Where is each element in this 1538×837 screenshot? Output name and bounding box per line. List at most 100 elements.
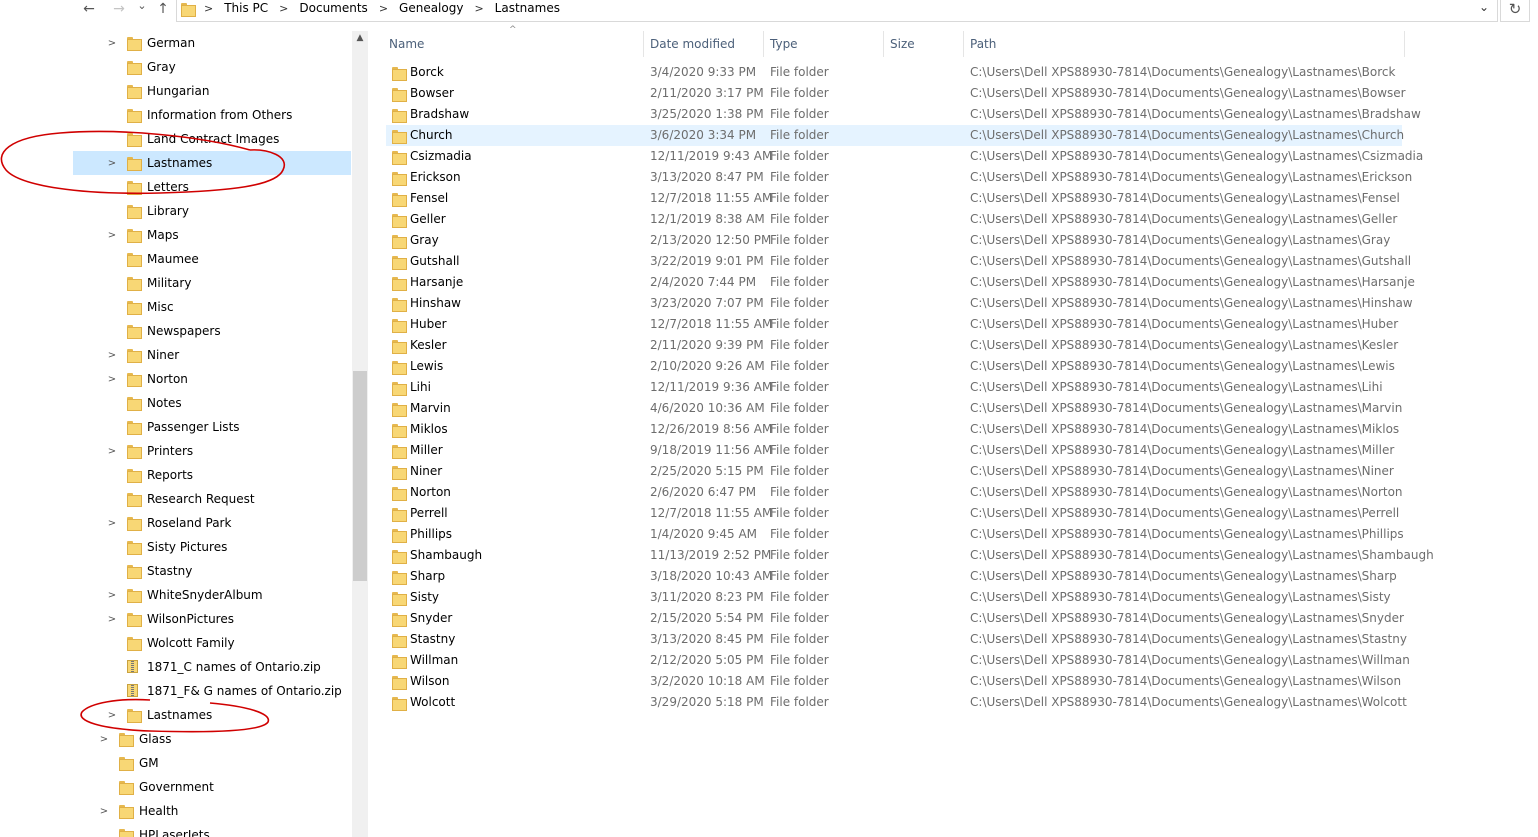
nav-item[interactable]: Passenger Lists — [0, 415, 352, 439]
breadcrumb-documents[interactable]: Documents — [297, 1, 369, 15]
file-row[interactable]: Snyder 2/15/2020 5:54 PM File folder C:\Use… — [386, 608, 1404, 629]
chevron-right-icon[interactable]: > — [106, 350, 118, 361]
file-row[interactable]: Niner 2/25/2020 5:15 PM File folder C:\User… — [386, 461, 1402, 482]
breadcrumb-genealogy[interactable]: Genealogy — [397, 1, 465, 15]
chevron-right-icon[interactable]: > — [106, 374, 118, 385]
chevron-right-icon[interactable]: > — [106, 230, 118, 241]
file-row[interactable]: Marvin 4/6/2020 10:36 AM File folder C:\Use… — [386, 398, 1402, 419]
file-row[interactable]: Miklos 12/26/2019 8:56 AM File folder C:\Us… — [386, 419, 1402, 440]
file-row[interactable]: Bowser 2/11/2020 3:17 PM File folder C:\Use… — [386, 83, 1406, 104]
nav-item[interactable]: GM — [0, 751, 352, 775]
nav-item[interactable]: > Glass — [0, 727, 352, 751]
nav-item[interactable]: Newspapers — [0, 319, 352, 343]
nav-item[interactable]: > Lastnames — [73, 151, 351, 175]
file-row[interactable]: Kesler 2/11/2020 9:39 PM File folder C:\Use… — [386, 335, 1402, 356]
nav-item[interactable]: > Lastnames — [0, 703, 352, 727]
nav-item[interactable]: 1871_F& G names of Ontario.zip — [0, 679, 352, 703]
file-row[interactable]: Sisty 3/11/2020 8:23 PM File folder C:\User… — [386, 587, 1402, 608]
file-row[interactable]: Stastny 3/13/2020 8:45 PM File folder C:\Us… — [386, 629, 1407, 650]
nav-item[interactable]: > WhiteSnyderAlbum — [0, 583, 352, 607]
chevron-right-icon[interactable]: > — [106, 614, 118, 625]
forward-arrow-icon[interactable]: → — [108, 0, 130, 20]
file-row[interactable]: Lihi 12/11/2019 9:36 AM File folder C:\User… — [386, 377, 1402, 398]
nav-item[interactable]: Letters — [0, 175, 352, 199]
nav-item[interactable]: > WilsonPictures — [0, 607, 352, 631]
breadcrumb-separator[interactable]: > — [270, 2, 297, 15]
file-row[interactable]: Fensel 12/7/2018 11:55 AM File folder C:\Us… — [386, 188, 1402, 209]
address-box[interactable]: > This PC > Documents > Genealogy > Last… — [176, 0, 1498, 22]
nav-item[interactable]: Research Request — [0, 487, 352, 511]
chevron-right-icon[interactable]: > — [106, 38, 118, 49]
chevron-right-icon[interactable]: > — [106, 446, 118, 457]
nav-item[interactable]: Military — [0, 271, 352, 295]
file-row[interactable]: Phillips 1/4/2020 9:45 AM File folder C:\Us… — [386, 524, 1404, 545]
nav-item[interactable]: Sisty Pictures — [0, 535, 352, 559]
up-arrow-icon[interactable]: ↑ — [152, 0, 174, 20]
file-row[interactable]: Willman 2/12/2020 5:05 PM File folder C:\Us… — [386, 650, 1410, 671]
nav-item[interactable]: > Roseland Park — [0, 511, 352, 535]
nav-item[interactable]: 1871_C names of Ontario.zip — [0, 655, 352, 679]
file-row[interactable]: Gutshall 3/22/2019 9:01 PM File folder C:\U… — [386, 251, 1411, 272]
nav-item[interactable]: Notes — [0, 391, 352, 415]
file-row[interactable]: Harsanje 2/4/2020 7:44 PM File folder C:\Us… — [386, 272, 1415, 293]
nav-item[interactable]: Maumee — [0, 247, 352, 271]
column-header-path[interactable]: Path — [964, 31, 1404, 57]
nav-item[interactable]: Information from Others — [0, 103, 352, 127]
breadcrumb-separator[interactable]: > — [465, 2, 492, 15]
scrollbar-thumb[interactable] — [353, 371, 367, 581]
file-row[interactable]: Wilson 3/2/2020 10:18 AM File folder C:\Use… — [386, 671, 1402, 692]
nav-item[interactable]: Government — [0, 775, 352, 799]
navigation-scrollbar[interactable]: ▲ — [352, 31, 368, 837]
file-row[interactable]: Hinshaw 3/23/2020 7:07 PM File folder C:\Us… — [386, 293, 1413, 314]
file-row[interactable]: Borck 3/4/2020 9:33 PM File folder C:\Users… — [386, 62, 1402, 83]
file-row[interactable]: Csizmadia 12/11/2019 9:43 AM File folder C:… — [386, 146, 1423, 167]
nav-item[interactable]: > Health — [0, 799, 352, 823]
nav-item[interactable]: > Norton — [0, 367, 352, 391]
column-header-size[interactable]: Size — [884, 31, 964, 57]
nav-item[interactable]: Stastny — [0, 559, 352, 583]
file-row[interactable]: Miller 9/18/2019 11:56 AM File folder C:\Us… — [386, 440, 1402, 461]
nav-item[interactable]: Reports — [0, 463, 352, 487]
chevron-right-icon[interactable]: > — [98, 806, 110, 817]
file-row[interactable]: Norton 2/6/2020 6:47 PM File folder C:\User… — [386, 482, 1403, 503]
breadcrumb-separator[interactable]: > — [370, 2, 397, 15]
folder-icon — [392, 570, 407, 585]
nav-item[interactable]: > Printers — [0, 439, 352, 463]
nav-item[interactable]: > Maps — [0, 223, 352, 247]
chevron-right-icon[interactable]: > — [106, 710, 118, 721]
nav-item[interactable]: > German — [0, 31, 352, 55]
nav-item[interactable]: Wolcott Family — [0, 631, 352, 655]
file-row[interactable]: Perrell 12/7/2018 11:55 AM File folder C:\U… — [386, 503, 1402, 524]
chevron-right-icon[interactable]: > — [106, 158, 118, 169]
file-row[interactable]: Geller 12/1/2019 8:38 AM File folder C:\Use… — [386, 209, 1402, 230]
back-arrow-icon[interactable]: ← — [78, 0, 100, 20]
nav-item[interactable]: Library — [0, 199, 352, 223]
file-row[interactable]: Sharp 3/18/2020 10:43 AM File folder C:\Use… — [386, 566, 1402, 587]
file-row[interactable]: Gray 2/13/2020 12:50 PM File folder C:\User… — [386, 230, 1402, 251]
file-row[interactable]: Lewis 2/10/2020 9:26 AM File folder C:\User… — [386, 356, 1402, 377]
file-row[interactable]: Bradshaw 3/25/2020 1:38 PM File folder C:\U… — [386, 104, 1421, 125]
file-row[interactable]: Huber 12/7/2018 11:55 AM File folder C:\Use… — [386, 314, 1402, 335]
file-row[interactable]: Church 3/6/2020 3:34 PM File folder C:\User… — [386, 125, 1404, 146]
nav-item[interactable]: > Niner — [0, 343, 352, 367]
chevron-right-icon[interactable]: > — [98, 734, 110, 745]
file-row[interactable]: Erickson 3/13/2020 8:47 PM File folder C:\U… — [386, 167, 1412, 188]
nav-item[interactable]: HPLaserJets — [0, 823, 352, 837]
nav-item[interactable]: Misc — [0, 295, 352, 319]
refresh-icon[interactable]: ↻ — [1500, 0, 1530, 22]
breadcrumb-this-pc[interactable]: This PC — [222, 1, 270, 15]
nav-item[interactable]: Land Contract Images — [0, 127, 352, 151]
chevron-right-icon[interactable]: > — [106, 590, 118, 601]
nav-item[interactable]: Gray — [0, 55, 352, 79]
file-row[interactable]: Wolcott 3/29/2020 5:18 PM File folder C:\Us… — [386, 692, 1407, 713]
chevron-right-icon[interactable]: > — [106, 518, 118, 529]
file-row[interactable]: Shambaugh 11/13/2019 2:52 PM File folder C:… — [386, 545, 1434, 566]
column-header-type[interactable]: Type — [764, 31, 884, 57]
address-dropdown-icon[interactable]: ⌄ — [1479, 0, 1489, 14]
breadcrumb-lastnames[interactable]: Lastnames — [493, 1, 562, 15]
nav-item[interactable]: Hungarian — [0, 79, 352, 103]
scroll-up-icon[interactable]: ▲ — [352, 33, 368, 43]
column-header-date-modified[interactable]: Date modified — [644, 31, 764, 57]
recent-locations-icon[interactable]: ⌄ — [131, 0, 153, 17]
column-divider[interactable] — [1404, 31, 1405, 57]
